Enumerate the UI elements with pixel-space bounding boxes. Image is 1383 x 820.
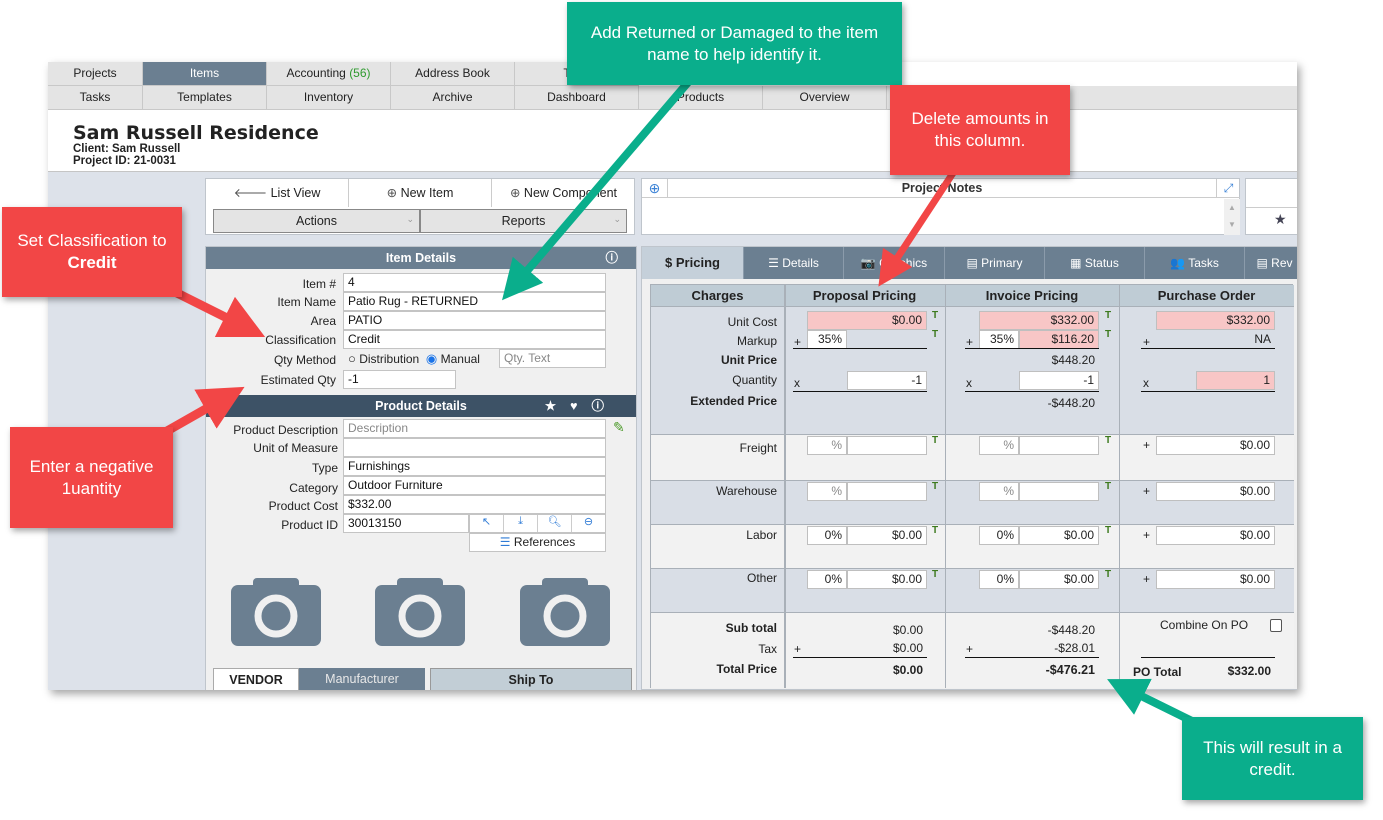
callout-delete-amounts: Delete amounts in this column. — [890, 85, 1070, 175]
annotation-arrows — [157, 77, 1202, 729]
arrow-proposal-column — [878, 168, 958, 287]
callout-credit: This will result in a credit. — [1182, 717, 1363, 800]
arrow-item-name — [502, 77, 694, 301]
callout-negative-qty: Enter a negative 1uantity — [10, 427, 173, 528]
callout-classification-bold: Credit — [67, 253, 117, 272]
callout-classification: Set Classification to Credit — [2, 207, 182, 297]
arrow-classification — [172, 287, 266, 338]
callout-item-name: Add Returned or Damaged to the item name… — [567, 2, 902, 85]
callout-classification-text: Set Classification to — [17, 231, 167, 250]
